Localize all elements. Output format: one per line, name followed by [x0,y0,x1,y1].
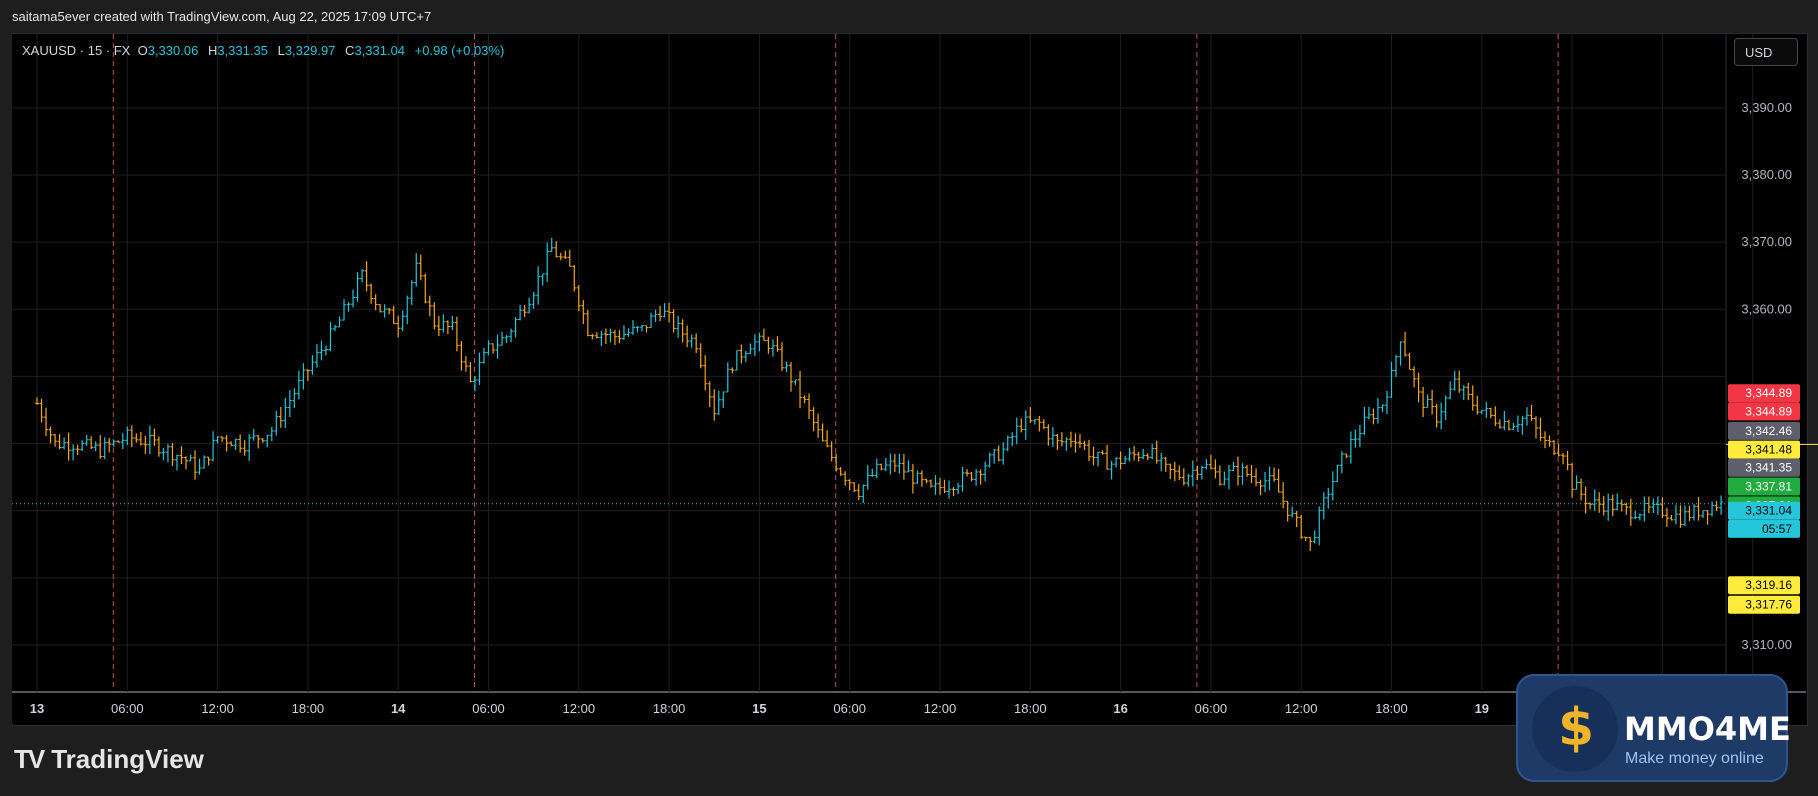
plot-area[interactable] [12,34,1726,692]
price-label-text: 3,319.16 [1745,578,1792,592]
watermark-subtitle: Make money online [1625,750,1764,767]
x-tick-label: 12:00 [924,701,957,716]
x-tick-label: 06:00 [472,701,505,716]
legend-change: +0.98 (+0.03%) [414,43,505,58]
y-tick-label: 3,390.00 [1741,100,1792,115]
x-tick-label: 18:00 [1014,701,1047,716]
currency-selector[interactable]: USD [1734,38,1798,66]
y-tick-label: 3,380.00 [1741,167,1792,182]
x-tick-label: 16 [1113,701,1127,716]
price-label-text: 3,337.81 [1745,480,1792,494]
y-tick-label: 3,310.00 [1741,637,1792,652]
watermark-title: MMO4ME [1624,710,1791,748]
x-tick-label: 12:00 [201,701,234,716]
x-tick-label: 18:00 [1375,701,1408,716]
legend-open: 3,330.06 [147,43,199,58]
x-tick-label: 18:00 [292,701,325,716]
y-tick-label: 3,360.00 [1741,301,1792,316]
y-tick-label: 3,370.00 [1741,234,1792,249]
tradingview-wordmark: TradingView [51,744,204,774]
x-tick-label: 19 [1475,701,1489,716]
x-tick-label: 06:00 [111,701,144,716]
legend-symbol: XAUUSD · 15 · FX [22,43,131,58]
tradingview-logo[interactable]: TV TradingView [14,744,204,775]
legend-low: 3,329.97 [284,43,336,58]
x-tick-label: 06:00 [1195,701,1228,716]
legend-close: 3,331.04 [354,43,406,58]
legend-high-label: H [207,43,218,58]
price-label-text: 3,341.48 [1745,443,1792,457]
price-label-text: 3,342.46 [1745,424,1792,438]
price-label-text: 3,341.35 [1745,461,1792,475]
x-tick-label: 18:00 [653,701,686,716]
legend-high: 3,331.35 [217,43,268,58]
symbol-legend[interactable]: XAUUSD · 15 · FX O3,330.06 H3,331.35 L3,… [22,43,510,58]
tradingview-mark-icon: TV [14,744,45,774]
legend-low-label: L [277,43,285,58]
price-label-text: 3,344.89 [1745,386,1792,400]
x-tick-label: 15 [752,701,766,716]
x-tick-label: 12:00 [563,701,596,716]
x-tick-label: 06:00 [833,701,866,716]
x-tick-label: 12:00 [1285,701,1318,716]
mmo4me-watermark: $ MMO4ME Make money online [1516,674,1791,782]
x-tick-label: 14 [391,701,406,716]
dollar-icon: $ [1558,698,1595,758]
price-label-text: 3,317.76 [1745,598,1792,612]
price-label-text: 05:57 [1762,522,1792,536]
price-label-text: 3,344.89 [1745,404,1792,418]
price-label-text: 3,331.04 [1745,504,1792,518]
legend-open-label: O [137,43,148,58]
x-tick-label: 13 [30,701,44,716]
